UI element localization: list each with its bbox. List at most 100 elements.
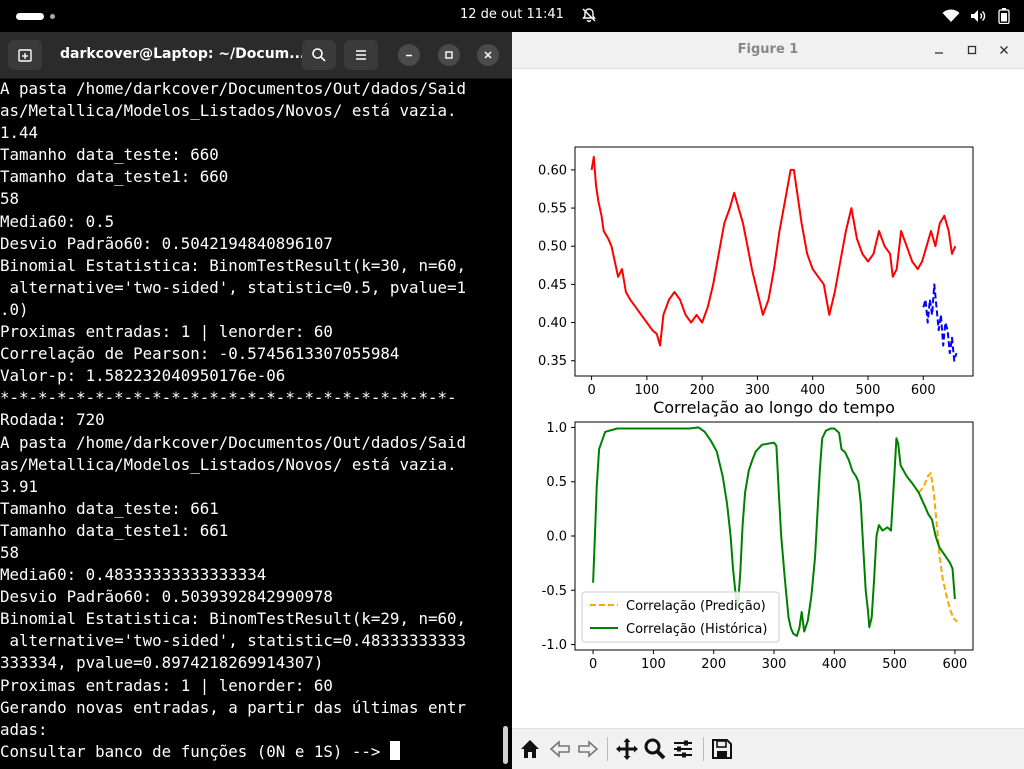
terminal-line: Proximas entradas: 1 | lenorder: 60 (0, 322, 333, 342)
battery-icon[interactable] (998, 8, 1010, 24)
activities-indicator[interactable] (16, 13, 44, 20)
zoom-icon[interactable] (643, 737, 667, 761)
hamburger-menu-icon (356, 50, 366, 60)
terminal-header-bar[interactable]: darkcover@Laptop: ~/Docum... (0, 32, 512, 79)
terminal-line: *-*-*-*-*-*-*-*-*-*-*-*-*-*-*-*-*-*-*-*-… (0, 388, 457, 408)
x-tick-label: 600 (942, 657, 967, 672)
x-tick-label: 100 (634, 383, 659, 398)
terminal-line: Binomial Estatistica: BinomTestResult(k=… (0, 609, 467, 629)
search-button[interactable] (302, 40, 336, 70)
y-tick-label: -1.0 (542, 638, 567, 653)
terminal-title: darkcover@Laptop: ~/Docum... (60, 46, 306, 62)
terminal-window[interactable]: darkcover@Laptop: ~/Docum... A pasta /ho… (0, 32, 512, 768)
new-tab-icon (18, 49, 32, 62)
search-icon (312, 48, 326, 62)
x-tick-label: 100 (641, 657, 666, 672)
x-tick-label: 600 (911, 383, 936, 398)
terminal-line: A pasta /home/darkcover/Documentos/Out/d… (0, 79, 467, 98)
terminal-output[interactable]: A pasta /home/darkcover/Documentos/Out/d… (0, 78, 500, 768)
figure-header-bar[interactable]: Figure 1 (512, 32, 1024, 69)
terminal-line: 333334, pvalue=0.8974218269914307) (0, 653, 324, 673)
terminal-line: Tamanho data_teste1: 661 (0, 520, 229, 540)
figure-canvas[interactable]: 0 100 200 300 400 500 6000.350.400.450.500.550… (512, 68, 1024, 728)
terminal-output-lines: A pasta /home/darkcover/Documentos/Out/d… (0, 79, 466, 739)
terminal-line: Gerando novas entradas, a partir das últ… (0, 697, 467, 717)
x-tick-label: 0 (589, 657, 597, 672)
terminal-line: 58 (0, 542, 20, 562)
figure-toolbar (512, 728, 1024, 769)
terminal-line: Tamanho data_teste1: 660 (0, 167, 229, 187)
wifi-icon[interactable] (942, 9, 960, 23)
close-icon (484, 51, 492, 59)
chart-title: Correlação ao longo do tempo (653, 398, 895, 417)
terminal-line: 1.44 (0, 123, 39, 143)
figure-window[interactable]: Figure 1 0 100 200 300 400 500 600 0.35 0.40 0.45… (512, 32, 1024, 769)
x-tick-label: 300 (762, 657, 787, 672)
save-icon[interactable] (710, 737, 734, 761)
menu-button[interactable] (344, 40, 378, 70)
terminal-line: Valor-p: 1.582232040950176e-06 (0, 366, 286, 386)
chart-2: Correlação ao longo do tempo 0 100 200 300 40… (542, 398, 974, 672)
forward-icon[interactable] (576, 737, 600, 761)
x-tick-label: 500 (882, 657, 907, 672)
minimize-icon (406, 54, 412, 57)
terminal-line: as/Metallica/Modelos_Listados/Novos/ est… (0, 101, 457, 121)
legend-label: Correlação (Histórica) (626, 622, 767, 637)
close-icon[interactable] (996, 42, 1012, 58)
x-tick-label: 0 (587, 383, 595, 398)
minimize-icon[interactable] (931, 42, 947, 58)
pan-icon[interactable] (615, 737, 639, 761)
x-tick-label: 200 (690, 383, 715, 398)
series-line-1 (590, 155, 957, 347)
maximize-icon[interactable] (964, 42, 980, 58)
toolbar-separator (703, 737, 704, 761)
do-not-disturb-icon (582, 8, 596, 23)
system-top-bar: 12 de out 11:41 (0, 0, 1024, 32)
terminal-scrollbar-thumb[interactable] (503, 726, 508, 764)
terminal-line: Media60: 0.48333333333333334 (0, 565, 267, 585)
terminal-line: Binomial Estatistica: BinomTestResult(k=… (0, 255, 467, 275)
terminal-line: A pasta /home/darkcover/Documentos/Out/d… (0, 432, 467, 452)
y-tick-label: 0.40 (538, 316, 567, 331)
terminal-scrollbar-track[interactable] (500, 78, 512, 768)
close-button[interactable] (477, 44, 499, 66)
terminal-line: Proximas entradas: 1 | lenorder: 60 (0, 675, 333, 695)
terminal-line: Desvio Padrão60: 0.5042194840896107 (0, 233, 333, 253)
text-cursor (389, 740, 400, 760)
figure-title: Figure 1 (737, 42, 799, 57)
configure-subplots-icon[interactable] (671, 737, 695, 761)
terminal-line: Correlação de Pearson: -0.57456133070559… (0, 344, 400, 364)
terminal-line: alternative='two-sided', statistic=0.5, … (9, 277, 467, 297)
y-tick-label: 0.35 (538, 354, 567, 369)
system-tray[interactable] (942, 8, 1010, 24)
y-tick-label: 0.5 (546, 475, 567, 490)
volume-icon[interactable] (970, 9, 988, 23)
y-tick-label: 0.0 (546, 530, 567, 545)
toolbar-separator (607, 737, 608, 761)
terminal-line: 58 (0, 189, 20, 209)
y-tick-label: 0.45 (538, 278, 567, 293)
terminal-prompt: Consultar banco de funções (0N e 1S) --> (0, 741, 390, 761)
terminal-line: .0) (0, 299, 29, 319)
maximize-icon (445, 51, 453, 59)
legend-label: Correlação (Predição) (626, 599, 766, 614)
x-tick-label: 200 (701, 657, 726, 672)
series-line-1 (917, 472, 958, 623)
clock[interactable]: 12 de out 11:41 (460, 7, 564, 22)
terminal-line: Rodada: 720 (0, 410, 105, 430)
terminal-text: A pasta /home/darkcover/Documentos/Out/d… (0, 78, 500, 763)
y-tick-label: 0.50 (538, 240, 567, 255)
maximize-button[interactable] (438, 44, 460, 66)
terminal-line: Media60: 0.5 (0, 211, 115, 231)
home-icon[interactable] (518, 737, 542, 761)
y-tick-label: -0.5 (542, 584, 567, 599)
y-tick-label: 0.55 (538, 202, 567, 217)
minimize-button[interactable] (398, 44, 420, 66)
back-icon[interactable] (548, 737, 572, 761)
terminal-line: Tamanho data_teste: 661 (0, 498, 219, 518)
new-tab-button[interactable] (8, 40, 42, 70)
x-tick-label: 500 (856, 383, 881, 398)
y-tick-label: 1.0 (546, 421, 567, 436)
terminal-line: Tamanho data_teste: 660 (0, 145, 219, 165)
workspace-dot[interactable] (50, 14, 55, 19)
